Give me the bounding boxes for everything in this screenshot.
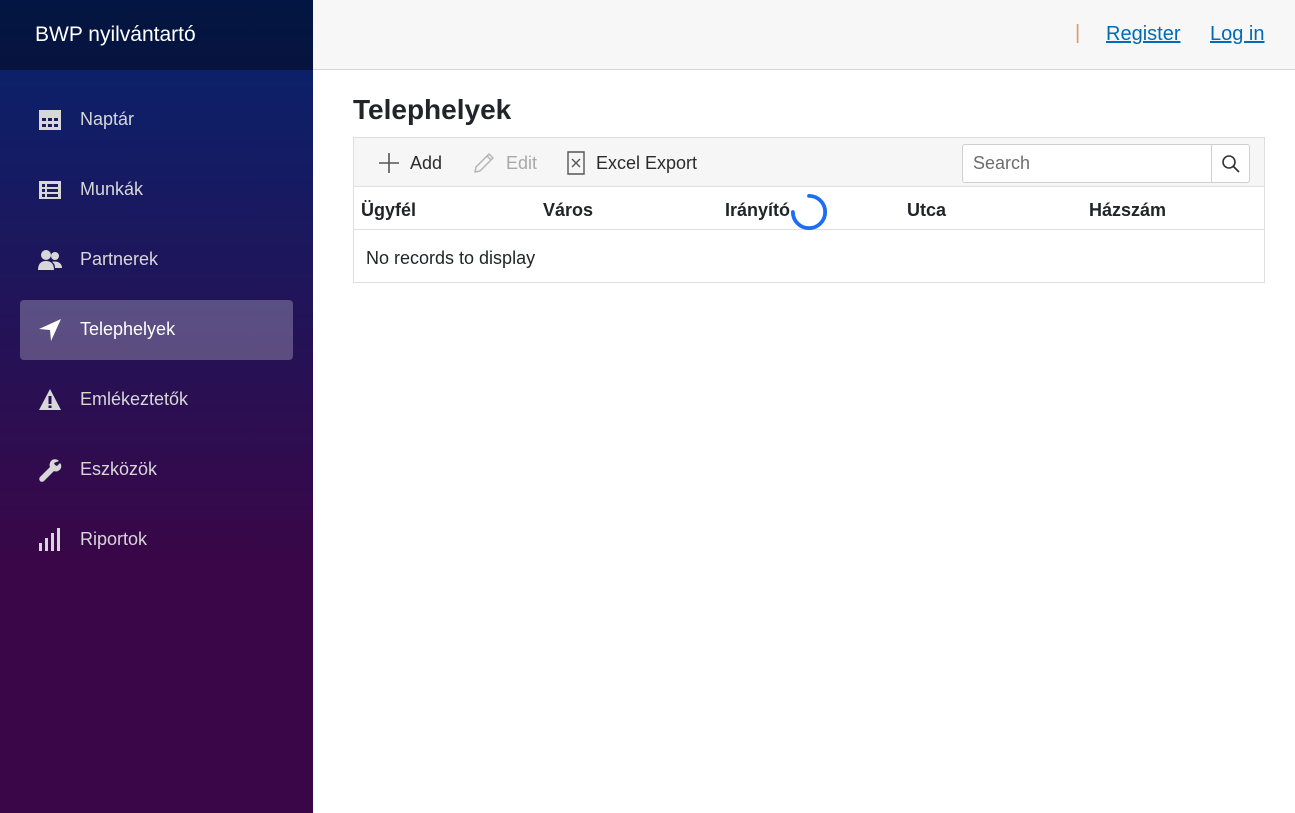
location-arrow-icon xyxy=(38,318,62,342)
sidebar-item-naptar[interactable]: Naptár xyxy=(20,90,293,150)
search-input[interactable] xyxy=(963,145,1211,182)
add-button[interactable]: Add xyxy=(378,150,442,176)
login-link[interactable]: Log in xyxy=(1210,23,1265,46)
column-header-ugyfel[interactable]: Ügyfél xyxy=(361,200,416,221)
register-link[interactable]: Register xyxy=(1106,23,1180,46)
search-icon xyxy=(1221,154,1240,173)
wrench-icon xyxy=(38,458,62,482)
empty-message: No records to display xyxy=(366,248,536,268)
sidebar-item-eszkozok[interactable]: Eszközök xyxy=(20,440,293,500)
sidebar-item-partnerek[interactable]: Partnerek xyxy=(20,230,293,290)
edit-label: Edit xyxy=(506,152,538,173)
excel-export-label: Excel Export xyxy=(596,152,698,173)
warning-icon xyxy=(38,388,62,412)
excel-export-button[interactable]: Excel Export xyxy=(566,150,697,176)
sidebar-item-label: Eszközök xyxy=(80,459,158,479)
plus-icon xyxy=(379,153,399,173)
pencil-icon xyxy=(474,153,494,173)
list-icon xyxy=(38,178,62,202)
search-button[interactable] xyxy=(1211,145,1249,182)
top-bar: | Register Log in xyxy=(313,0,1295,70)
search-box xyxy=(962,144,1250,183)
sidebar-item-munkak[interactable]: Munkák xyxy=(20,160,293,220)
sidebar-nav: Naptár Munkák Partnerek Telephelyek Emlé… xyxy=(0,70,313,570)
add-label: Add xyxy=(410,152,443,173)
sidebar-item-label: Partnerek xyxy=(80,249,159,269)
excel-file-icon xyxy=(567,151,585,175)
sidebar-item-label: Emlékeztetők xyxy=(80,389,189,409)
column-header-utca[interactable]: Utca xyxy=(907,200,946,221)
topbar-separator: | xyxy=(1075,22,1081,44)
calendar-icon xyxy=(38,108,62,132)
column-header-hazszam[interactable]: Házszám xyxy=(1089,200,1166,221)
sidebar-item-telephelyek[interactable]: Telephelyek xyxy=(20,300,293,360)
page-title: Telephelyek xyxy=(353,94,512,125)
grid-toolbar: Add Edit Excel Export xyxy=(354,138,1264,187)
sidebar-item-label: Riportok xyxy=(80,529,148,549)
loading-spinner-icon xyxy=(790,193,828,231)
data-grid: Add Edit Excel Export Ügyfél Város Irány… xyxy=(353,137,1265,283)
sidebar-item-emlekeztetok[interactable]: Emlékeztetők xyxy=(20,370,293,430)
people-icon xyxy=(38,248,62,272)
edit-button[interactable]: Edit xyxy=(472,150,537,176)
sidebar-item-label: Telephelyek xyxy=(80,319,176,339)
column-header-iranyito[interactable]: Irányító xyxy=(725,200,790,221)
sidebar-item-label: Naptár xyxy=(80,109,135,129)
brand-title[interactable]: BWP nyilvántartó xyxy=(0,0,313,70)
bar-chart-icon xyxy=(38,528,62,552)
grid-header-row: Ügyfél Város Irányító Utca Házszám xyxy=(354,188,1264,231)
column-header-varos[interactable]: Város xyxy=(543,200,593,221)
sidebar: BWP nyilvántartó Naptár Munkák Partnerek… xyxy=(0,0,313,813)
sidebar-item-riportok[interactable]: Riportok xyxy=(20,510,293,570)
sidebar-item-label: Munkák xyxy=(80,179,144,199)
